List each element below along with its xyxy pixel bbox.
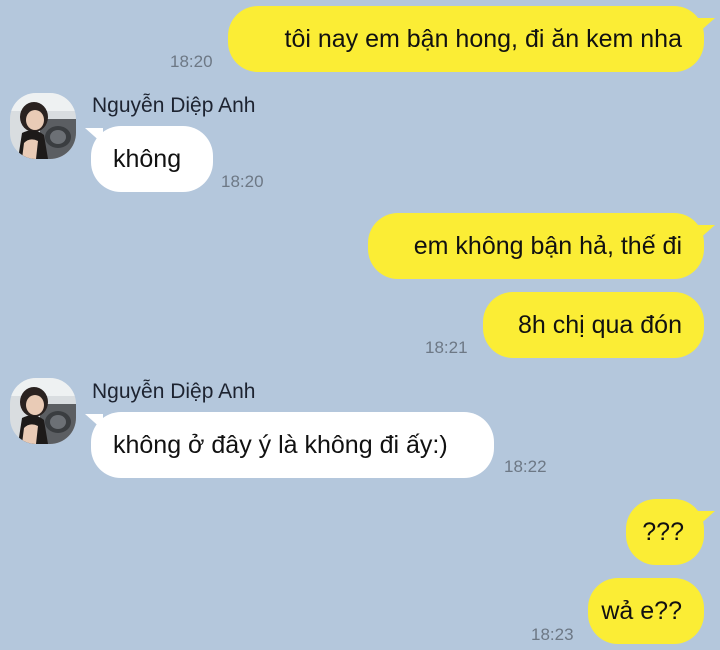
incoming-message-bubble[interactable]: không ở đây ý là không đi ấy:): [91, 412, 494, 478]
sender-name: Nguyễn Diệp Anh: [92, 94, 256, 117]
message-timestamp: 18:22: [504, 457, 547, 476]
contact-avatar[interactable]: [10, 93, 76, 159]
contact-avatar-icon: [10, 378, 76, 444]
chat-message-list[interactable]: tôi nay em bận hong, đi ăn kem nha 18:20…: [0, 0, 720, 650]
outgoing-message-bubble[interactable]: wả e??: [588, 578, 704, 644]
contact-avatar-icon: [10, 93, 76, 159]
bubble-tail: [697, 511, 715, 527]
outgoing-message-bubble[interactable]: 8h chị qua đón: [483, 292, 704, 358]
contact-avatar[interactable]: [10, 378, 76, 444]
message-text: không ở đây ý là không đi ấy:): [113, 430, 448, 459]
message-timestamp: 18:20: [221, 172, 264, 191]
message-text: em không bận hả, thế đi: [413, 231, 682, 260]
outgoing-message-bubble[interactable]: ???: [626, 499, 704, 565]
bubble-tail: [697, 225, 715, 241]
incoming-message-bubble[interactable]: không: [91, 126, 213, 192]
bubble-tail: [697, 18, 715, 34]
message-text: 8h chị qua đón: [517, 310, 682, 339]
message-timestamp: 18:23: [531, 625, 574, 644]
outgoing-message-bubble[interactable]: tôi nay em bận hong, đi ăn kem nha: [228, 6, 704, 72]
message-text: tôi nay em bận hong, đi ăn kem nha: [284, 24, 683, 53]
message-text: wả e??: [601, 596, 682, 625]
message-timestamp: 18:21: [425, 338, 468, 357]
outgoing-message-bubble[interactable]: em không bận hả, thế đi: [368, 213, 704, 279]
message-text: ???: [642, 517, 684, 546]
sender-name: Nguyễn Diệp Anh: [92, 380, 256, 403]
message-text: không: [113, 144, 182, 173]
message-timestamp: 18:20: [170, 52, 213, 71]
